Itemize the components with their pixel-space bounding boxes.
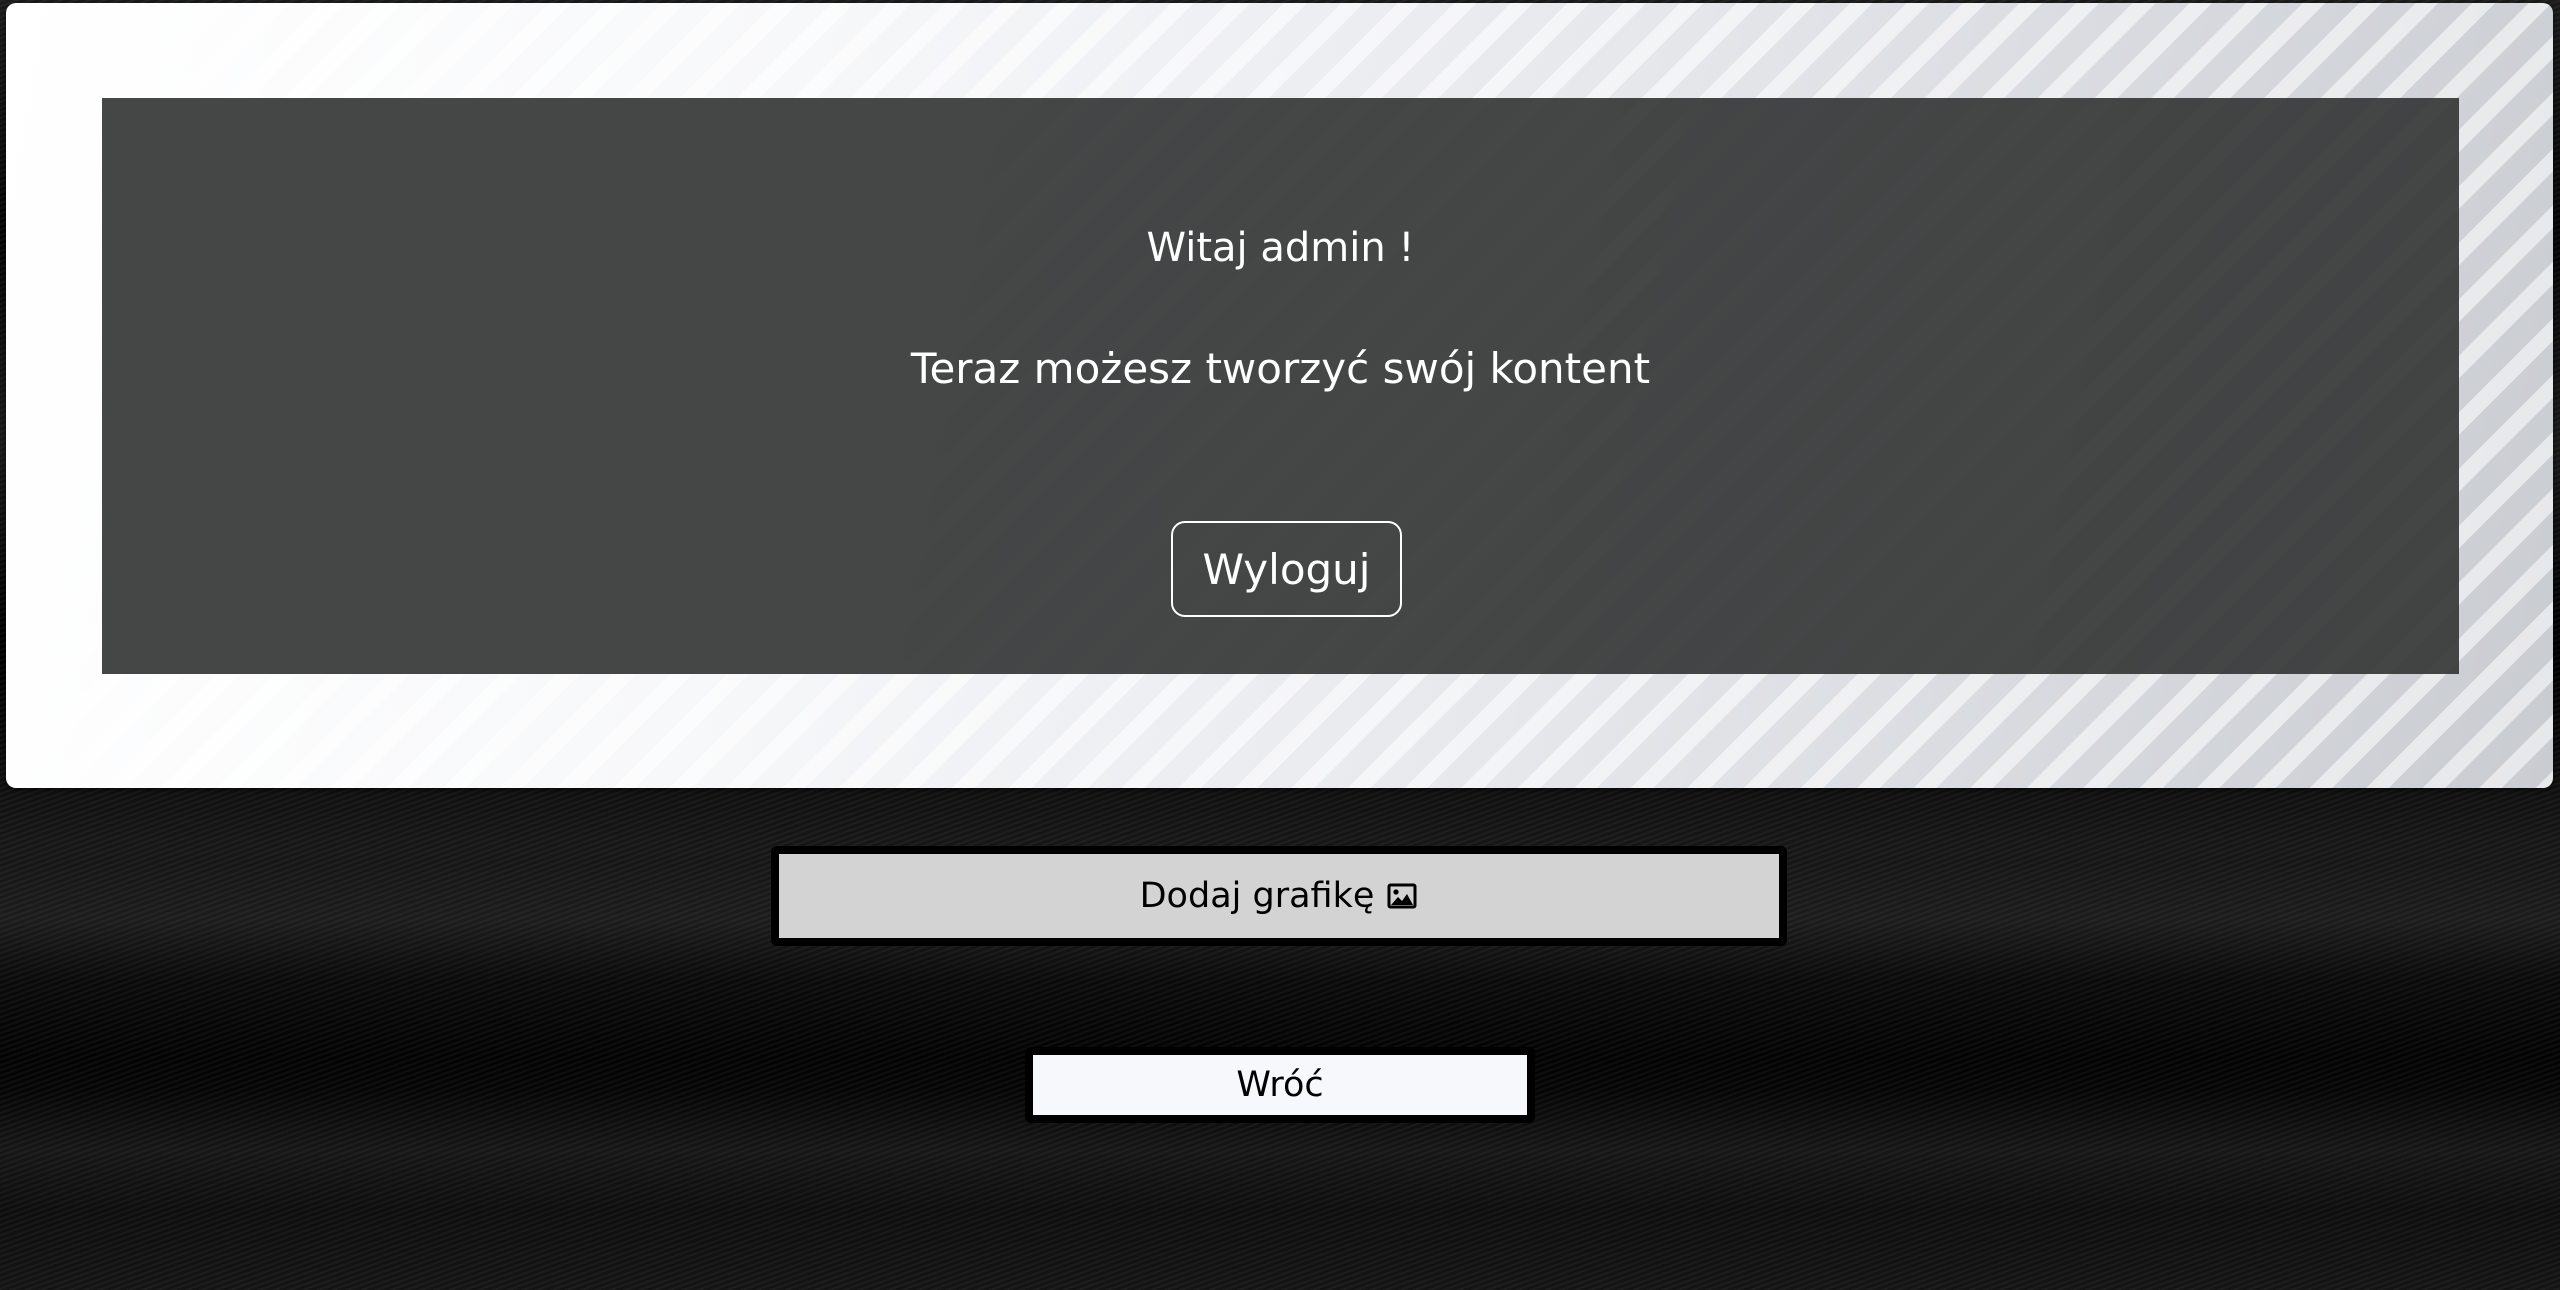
logout-button[interactable]: Wyloguj	[1171, 521, 1402, 617]
hero-section: Witaj admin ! Teraz możesz tworzyć swój …	[6, 3, 2553, 788]
logout-button-label: Wyloguj	[1202, 544, 1371, 594]
welcome-heading: Witaj admin !	[1146, 225, 1415, 271]
back-button-label: Wróć	[1236, 1065, 1324, 1105]
back-button[interactable]: Wróć	[1025, 1047, 1535, 1123]
add-graphic-label: Dodaj grafikę	[1139, 876, 1375, 916]
welcome-subtitle: Teraz możesz tworzyć swój kontent	[910, 344, 1651, 393]
welcome-panel: Witaj admin ! Teraz możesz tworzyć swój …	[102, 98, 2459, 674]
add-graphic-button[interactable]: Dodaj grafikę	[771, 846, 1787, 946]
image-icon	[1386, 882, 1418, 910]
